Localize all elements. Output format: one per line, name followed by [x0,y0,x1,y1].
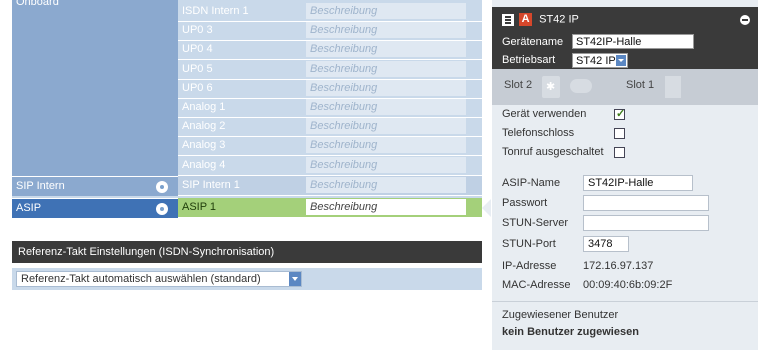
port-row[interactable]: ISDN Intern 1 Beschreibung [178,2,482,22]
device-panel-header: A ST42 IP Gerätename ST42IP-Halle Betrie… [492,7,758,69]
port-description-input[interactable]: Beschreibung [306,118,466,135]
port-description-input[interactable]: Beschreibung [306,156,466,173]
port-description-input[interactable]: Beschreibung [306,3,466,19]
operating-mode-label: Betriebsart [502,54,556,66]
ip-address-value: 172.16.97.137 [583,260,654,272]
category-asip-label: ASIP [16,202,42,214]
ring-off-label: Tonruf ausgeschaltet [502,146,604,158]
port-description-input[interactable]: Beschreibung [306,199,466,215]
chevron-down-icon[interactable] [616,55,626,66]
operating-mode-value: ST42 IP [576,55,616,67]
use-device-label: Gerät verwenden [502,108,587,120]
device-name-input[interactable]: ST42IP-Halle [572,34,694,49]
password-label: Passwort [502,197,548,209]
reference-clock-header: Referenz-Takt Einstellungen (ISDN-Synchr… [12,241,482,263]
reference-clock-select[interactable]: Referenz-Takt automatisch auswählen (sta… [16,271,302,287]
asip-name-input[interactable]: ST42IP-Halle [583,175,693,191]
slot-1-label: Slot 1 [626,79,655,91]
port-row[interactable]: Analog 4 Beschreibung [178,156,482,176]
port-description-input[interactable]: Beschreibung [306,60,466,77]
gear-icon[interactable] [156,181,168,193]
category-onboard-label: Onboard [16,0,59,8]
password-input[interactable] [583,195,709,211]
category-sip-intern[interactable]: SIP Intern [12,176,178,196]
mac-address-value: 00:09:40:6b:09:2F [583,279,673,291]
bluetooth-icon [542,76,560,98]
port-description-input[interactable]: Beschreibung [306,22,466,39]
chevron-down-icon[interactable] [289,272,301,286]
assigned-user-value: kein Benutzer zugewiesen [502,326,639,338]
assigned-user-label: Zugewiesener Benutzer [502,309,619,321]
divider [492,301,758,302]
port-row[interactable]: UP0 6 Beschreibung [178,79,482,99]
mac-address-label: MAC-Adresse [502,279,571,291]
port-name: UP0 6 [182,81,213,94]
category-onboard[interactable]: Onboard [12,0,178,176]
ip-address-label: IP-Adresse [502,260,557,272]
device-title: A ST42 IP [502,13,579,26]
port-description-input[interactable]: Beschreibung [306,79,466,96]
port-row[interactable]: Analog 2 Beschreibung [178,117,482,138]
page: Onboard ISDN Intern 1 Beschreibung UP0 3 Be… [0,0,758,350]
device-name-label: Gerätename [502,36,564,48]
slot-2-label: Slot 2 [504,79,533,91]
port-description-input[interactable]: Beschreibung [306,99,466,115]
cloud-icon [570,79,592,93]
port-name: UP0 3 [182,24,213,37]
reference-clock-select-value: Referenz-Takt automatisch auswählen (sta… [21,273,261,285]
port-description-input[interactable]: Beschreibung [306,41,466,58]
reference-clock-row: Referenz-Takt automatisch auswählen (sta… [12,268,482,290]
selection-pointer-icon [482,199,491,217]
port-name: UP0 5 [182,62,213,75]
port-name: Analog 4 [182,158,226,171]
phone-icon [502,13,514,26]
stun-port-label: STUN-Port [502,238,556,250]
sim-card-icon [665,76,681,98]
asip-badge-icon: A [519,13,533,26]
port-description-input[interactable]: Beschreibung [306,137,466,154]
port-row[interactable]: UP0 5 Beschreibung [178,60,482,80]
device-title-text: ST42 IP [539,13,579,26]
port-row[interactable]: Analog 3 Beschreibung [178,136,482,157]
port-row[interactable]: UP0 3 Beschreibung [178,21,482,42]
port-name: Analog 3 [182,139,226,152]
stun-port-input[interactable]: 3478 [583,236,629,252]
phone-lock-checkbox[interactable] [614,128,625,139]
port-row[interactable]: Analog 1 Beschreibung [178,98,482,118]
port-name: UP0 4 [182,43,213,56]
port-name: ISDN Intern 1 [182,5,249,17]
gear-icon[interactable] [156,203,168,215]
stun-server-label: STUN-Server [502,217,569,229]
use-device-checkbox[interactable] [614,107,625,120]
slot-bar: Slot 2 Slot 1 [492,69,758,105]
category-sip-intern-label: SIP Intern [16,180,65,192]
port-name: Analog 1 [182,101,226,113]
port-row-sip-intern-1[interactable]: SIP Intern 1 Beschreibung [178,176,482,196]
ring-off-checkbox[interactable] [614,147,625,158]
stun-server-input[interactable] [583,215,709,231]
operating-mode-select[interactable]: ST42 IP [572,53,628,68]
phone-lock-label: Telefonschloss [502,127,575,139]
category-asip[interactable]: ASIP [12,198,178,218]
port-row-asip-1[interactable]: ASIP 1 Beschreibung [178,198,482,218]
asip-name-label: ASIP-Name [502,177,561,189]
port-name: SIP Intern 1 [182,179,240,191]
port-name: Analog 2 [182,120,226,133]
port-row[interactable]: UP0 4 Beschreibung [178,40,482,61]
collapse-icon[interactable] [740,15,750,25]
port-description-input[interactable]: Beschreibung [306,177,466,193]
port-name: ASIP 1 [182,201,217,213]
